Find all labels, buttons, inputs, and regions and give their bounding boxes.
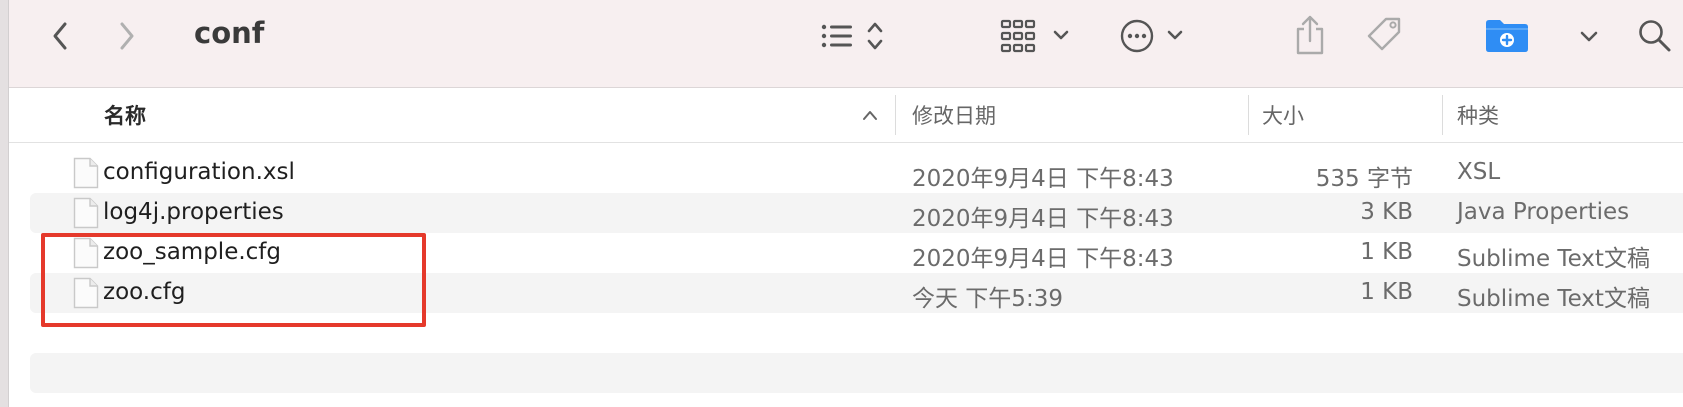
file-date: 2020年9月4日 下午8:43 (912, 206, 1174, 232)
document-icon (73, 157, 99, 189)
file-name: configuration.xsl (103, 159, 295, 185)
tag-icon (1367, 17, 1401, 51)
file-date: 2020年9月4日 下午8:43 (912, 166, 1174, 192)
forward-button[interactable] (112, 18, 142, 54)
chevron-down-icon (1580, 31, 1598, 42)
file-kind: Sublime Text文稿 (1457, 246, 1650, 272)
empty-row (30, 353, 1683, 393)
group-button[interactable] (999, 16, 1079, 56)
window-left-edge (0, 0, 9, 407)
file-row[interactable]: configuration.xsl 2020年9月4日 下午8:43 535 字… (30, 153, 1683, 193)
file-name: log4j.properties (103, 199, 284, 225)
search-button[interactable] (1635, 16, 1675, 56)
search-icon (1639, 20, 1671, 52)
column-header-row: 名称 修改日期 大小 种类 (9, 89, 1683, 143)
folder-menu-button[interactable] (1577, 22, 1601, 50)
more-actions-icon (1120, 19, 1183, 53)
document-icon (73, 197, 99, 229)
file-kind: Sublime Text文稿 (1457, 286, 1650, 312)
column-header-date[interactable]: 修改日期 (912, 100, 996, 130)
file-size: 535 字节 (1315, 166, 1413, 192)
file-kind: XSL (1457, 159, 1501, 185)
column-divider[interactable] (1248, 95, 1249, 135)
file-size: 3 KB (1360, 199, 1413, 225)
new-folder-icon (1486, 20, 1528, 52)
chevron-left-icon (53, 22, 67, 50)
annotation-highlight-box (41, 233, 426, 327)
column-divider[interactable] (895, 95, 896, 135)
column-header-size[interactable]: 大小 (1262, 100, 1304, 130)
back-button[interactable] (45, 18, 75, 54)
share-button[interactable] (1292, 12, 1328, 58)
new-folder-button[interactable] (1481, 14, 1533, 56)
file-date: 2020年9月4日 下午8:43 (912, 246, 1174, 272)
chevron-right-icon (120, 22, 134, 50)
share-icon (1296, 15, 1324, 55)
file-row[interactable]: log4j.properties 2020年9月4日 下午8:43 3 KB J… (30, 193, 1683, 233)
sort-ascending-icon[interactable] (861, 109, 879, 121)
column-header-name[interactable]: 名称 (104, 100, 146, 130)
window-title: conf (194, 16, 265, 50)
column-header-kind[interactable]: 种类 (1457, 100, 1499, 130)
file-size: 1 KB (1360, 279, 1413, 305)
action-button[interactable] (1119, 16, 1199, 56)
file-date: 今天 下午5:39 (912, 286, 1063, 312)
toolbar: conf (9, 0, 1683, 88)
file-size: 1 KB (1360, 239, 1413, 265)
view-mode-button[interactable] (819, 18, 899, 54)
column-divider[interactable] (1442, 95, 1443, 135)
tag-button[interactable] (1364, 14, 1406, 56)
list-view-icon (821, 22, 883, 50)
file-kind: Java Properties (1457, 199, 1630, 225)
grid-group-icon (1000, 19, 1069, 53)
